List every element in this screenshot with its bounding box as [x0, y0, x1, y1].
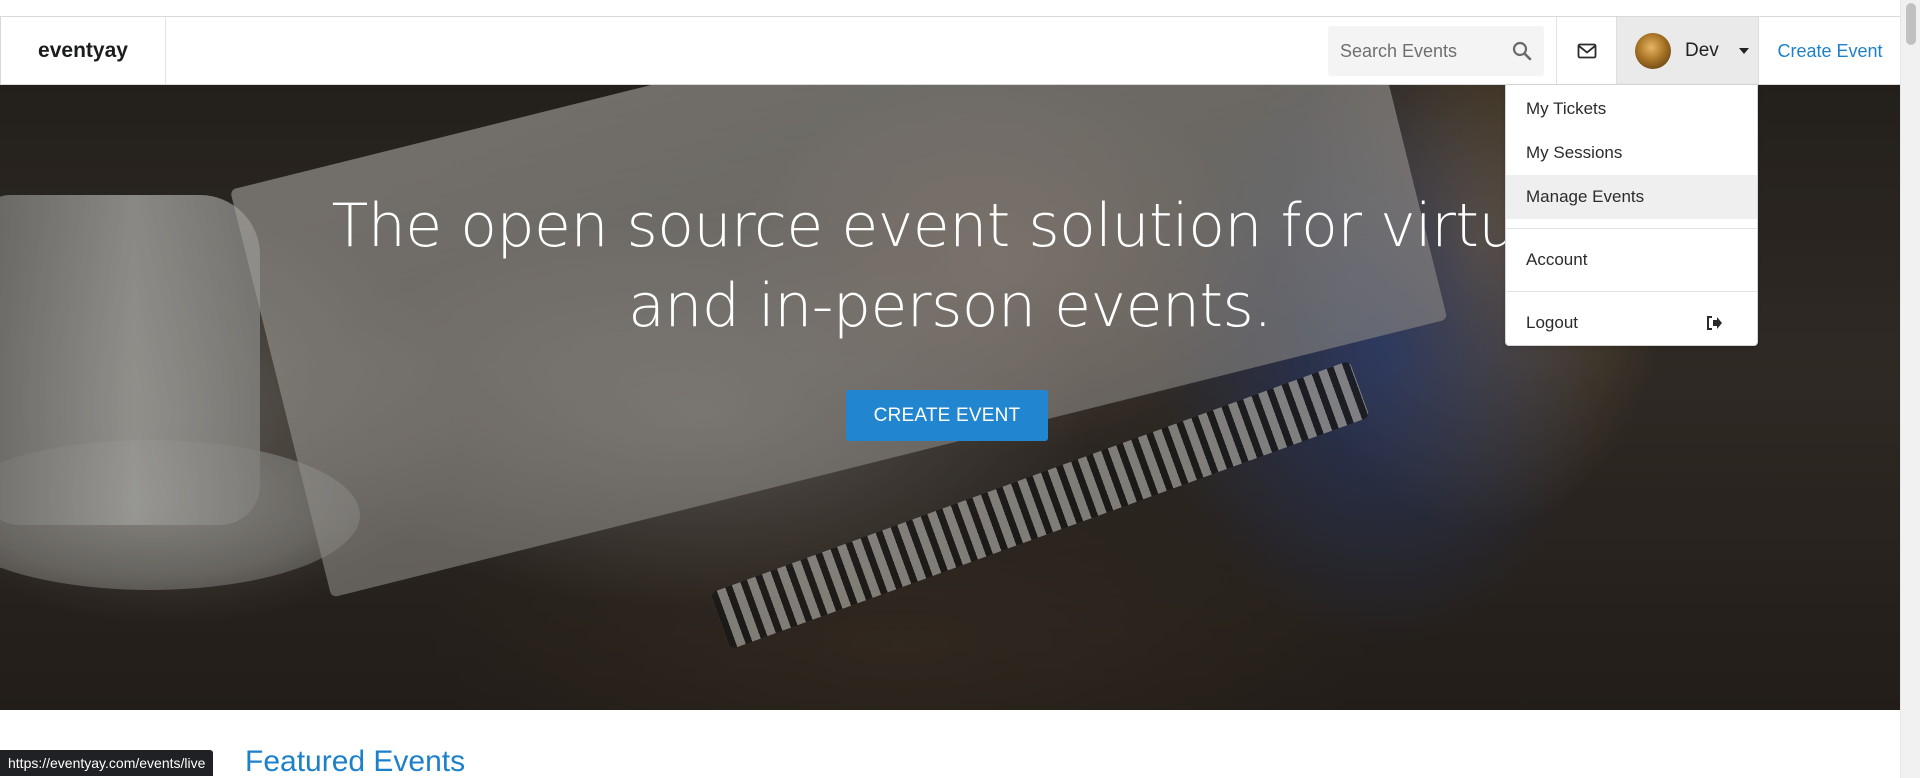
notifications-button[interactable]: [1556, 17, 1616, 85]
menu-divider: [1506, 291, 1757, 292]
create-event-link[interactable]: Create Event: [1759, 17, 1901, 85]
search-input[interactable]: [1328, 27, 1498, 75]
menu-item-manage-events[interactable]: Manage Events: [1506, 175, 1757, 219]
menu-item-label: My Sessions: [1526, 143, 1623, 162]
menu-item-label: Account: [1526, 250, 1588, 269]
status-bar-url: https://eventyay.com/events/live: [0, 750, 214, 776]
hero-create-event-button[interactable]: CREATE EVENT: [846, 390, 1048, 441]
menu-item-my-tickets[interactable]: My Tickets: [1506, 87, 1757, 131]
menu-item-label: Logout: [1526, 313, 1578, 332]
user-dropdown-menu: My Tickets My Sessions Manage Events Acc…: [1505, 84, 1758, 346]
logout-icon: [1707, 316, 1722, 330]
user-name: Dev: [1685, 40, 1719, 61]
menu-item-label: Manage Events: [1526, 187, 1645, 206]
mail-icon: [1577, 43, 1596, 59]
menu-item-logout[interactable]: Logout: [1506, 301, 1757, 345]
user-menu-button[interactable]: Dev: [1616, 17, 1759, 85]
search-icon[interactable]: [1512, 41, 1532, 61]
search-box: [1328, 26, 1544, 76]
menu-item-account[interactable]: Account: [1506, 238, 1757, 282]
featured-events-heading: Featured Events: [245, 745, 466, 778]
page-scrollbar[interactable]: [1900, 0, 1920, 778]
browser-top-strip: [0, 0, 1900, 16]
brand-logo[interactable]: eventyay: [1, 17, 166, 85]
hero-title: The open source event solution for virtu…: [331, 191, 1569, 341]
menu-item-my-sessions[interactable]: My Sessions: [1506, 131, 1757, 175]
caret-down-icon: [1738, 48, 1749, 54]
menu-item-label: My Tickets: [1526, 99, 1607, 118]
top-navbar: eventyay Dev Create Event: [0, 16, 1900, 85]
scrollbar-thumb[interactable]: [1906, 3, 1916, 45]
menu-divider: [1506, 228, 1757, 229]
avatar: [1635, 33, 1671, 69]
